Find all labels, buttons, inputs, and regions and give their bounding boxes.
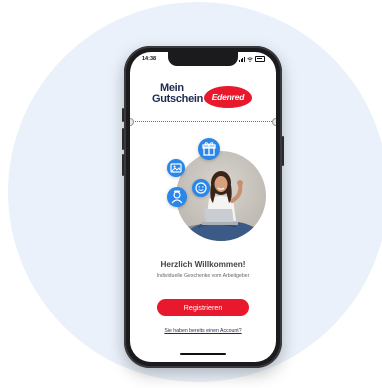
battery-icon — [255, 56, 265, 62]
gift-icon — [198, 138, 220, 160]
wifi-icon — [247, 56, 253, 62]
welcome-title: Herzlich Willkommen! — [160, 260, 246, 269]
phone-side-button — [122, 154, 124, 176]
status-indicators — [238, 56, 265, 62]
app-screen: 14:38 Mein Gutschein Edenred Herzlich Wi… — [130, 52, 276, 362]
login-link[interactable]: Sie haben bereits einen Account? — [130, 328, 276, 334]
phone-side-button — [282, 136, 284, 166]
app-logo: Mein Gutschein Edenred — [152, 82, 256, 112]
divider-dot-right — [272, 118, 276, 126]
stage: 14:38 Mein Gutschein Edenred Herzlich Wi… — [0, 0, 382, 388]
divider-dot-left — [130, 118, 134, 126]
edenred-badge: Edenred — [204, 86, 252, 108]
hero-image — [176, 151, 266, 241]
home-indicator[interactable] — [180, 353, 226, 355]
logo-line2: Gutschein — [152, 93, 204, 105]
status-time: 14:38 — [142, 56, 157, 62]
phone-side-button — [122, 128, 124, 150]
smiley-icon — [192, 179, 210, 197]
phone-side-button — [122, 108, 124, 122]
phone-frame: 14:38 Mein Gutschein Edenred Herzlich Wi… — [122, 46, 284, 368]
welcome-subtitle: Individuelle Geschenke vom Arbeitgeber — [156, 273, 250, 279]
person-icon — [167, 187, 187, 207]
woman-with-laptop-illustration — [176, 171, 266, 241]
status-bar: 14:38 — [130, 55, 276, 65]
image-icon — [167, 159, 185, 177]
signal-icon — [238, 57, 245, 62]
register-button[interactable]: Registrieren — [157, 299, 249, 316]
dotted-divider — [130, 121, 276, 122]
